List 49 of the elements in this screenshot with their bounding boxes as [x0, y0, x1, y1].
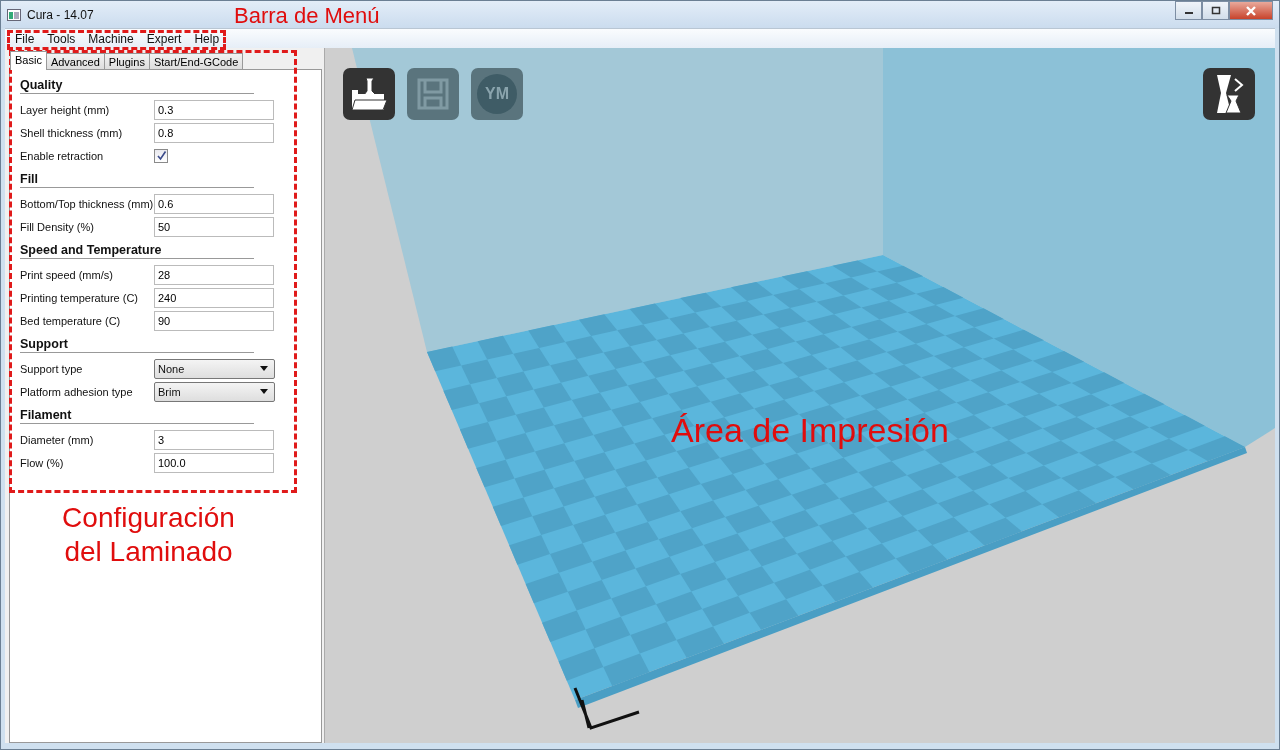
checkbox[interactable]: [154, 148, 168, 163]
annotation-label: Barra de Menú: [234, 3, 380, 29]
app-icon: [7, 8, 21, 21]
field-label: Bottom/Top thickness (mm): [20, 197, 154, 210]
window-title: Cura - 14.07: [27, 7, 94, 22]
input-field[interactable]: 0.8: [154, 122, 274, 143]
field-label: Fill Density (%): [20, 220, 95, 233]
field-label: Layer height (mm): [20, 103, 111, 116]
close-icon: [1245, 5, 1257, 16]
section-heading: Filament: [20, 408, 254, 424]
minimize-button[interactable]: [1175, 1, 1202, 20]
menu-item[interactable]: Tools: [41, 31, 83, 46]
save-icon: [415, 76, 451, 112]
field-label: Print speed (mm/s): [20, 268, 114, 281]
input-field[interactable]: 240: [154, 287, 274, 308]
annotation-label: Área de Impresión: [671, 411, 949, 450]
input-field[interactable]: 100.0: [154, 452, 274, 473]
field-label: Bed temperature (C): [20, 314, 122, 327]
field-label: Diameter (mm): [20, 433, 95, 446]
section-heading: Quality: [20, 78, 254, 94]
menu-item[interactable]: Machine: [82, 31, 141, 46]
load-button[interactable]: [343, 68, 395, 120]
field-label: Support type: [20, 362, 84, 375]
annotation-label: Configuración del Laminado: [61, 501, 236, 569]
field-label: Printing temperature (C): [20, 291, 139, 304]
maximize-icon: [1210, 6, 1221, 15]
maximize-button[interactable]: [1202, 1, 1229, 20]
field-label: Enable retraction: [20, 149, 105, 162]
section-heading: Speed and Temperature: [20, 243, 254, 259]
view-mode-button[interactable]: [1203, 68, 1255, 120]
input-field[interactable]: 90: [154, 310, 274, 331]
field-label: Shell thickness (mm): [20, 126, 124, 139]
dropdown[interactable]: Brim: [154, 381, 275, 402]
input-field[interactable]: 3: [154, 429, 274, 450]
input-field[interactable]: 0.3: [154, 99, 274, 120]
tab[interactable]: Basic: [10, 51, 47, 70]
dropdown[interactable]: None: [154, 358, 275, 379]
folder-icon: [349, 76, 389, 112]
menu-item[interactable]: File: [9, 31, 42, 46]
menu-item[interactable]: Help: [188, 31, 227, 46]
input-field[interactable]: 50: [154, 216, 274, 237]
field-label: Platform adhesion type: [20, 385, 134, 398]
input-field[interactable]: 0.6: [154, 193, 274, 214]
field-label: Flow (%): [20, 456, 65, 469]
section-heading: Support: [20, 337, 254, 353]
menu-item[interactable]: Expert: [140, 31, 189, 46]
close-button[interactable]: [1229, 1, 1273, 20]
input-field[interactable]: 28: [154, 264, 274, 285]
section-heading: Fill: [20, 172, 254, 188]
